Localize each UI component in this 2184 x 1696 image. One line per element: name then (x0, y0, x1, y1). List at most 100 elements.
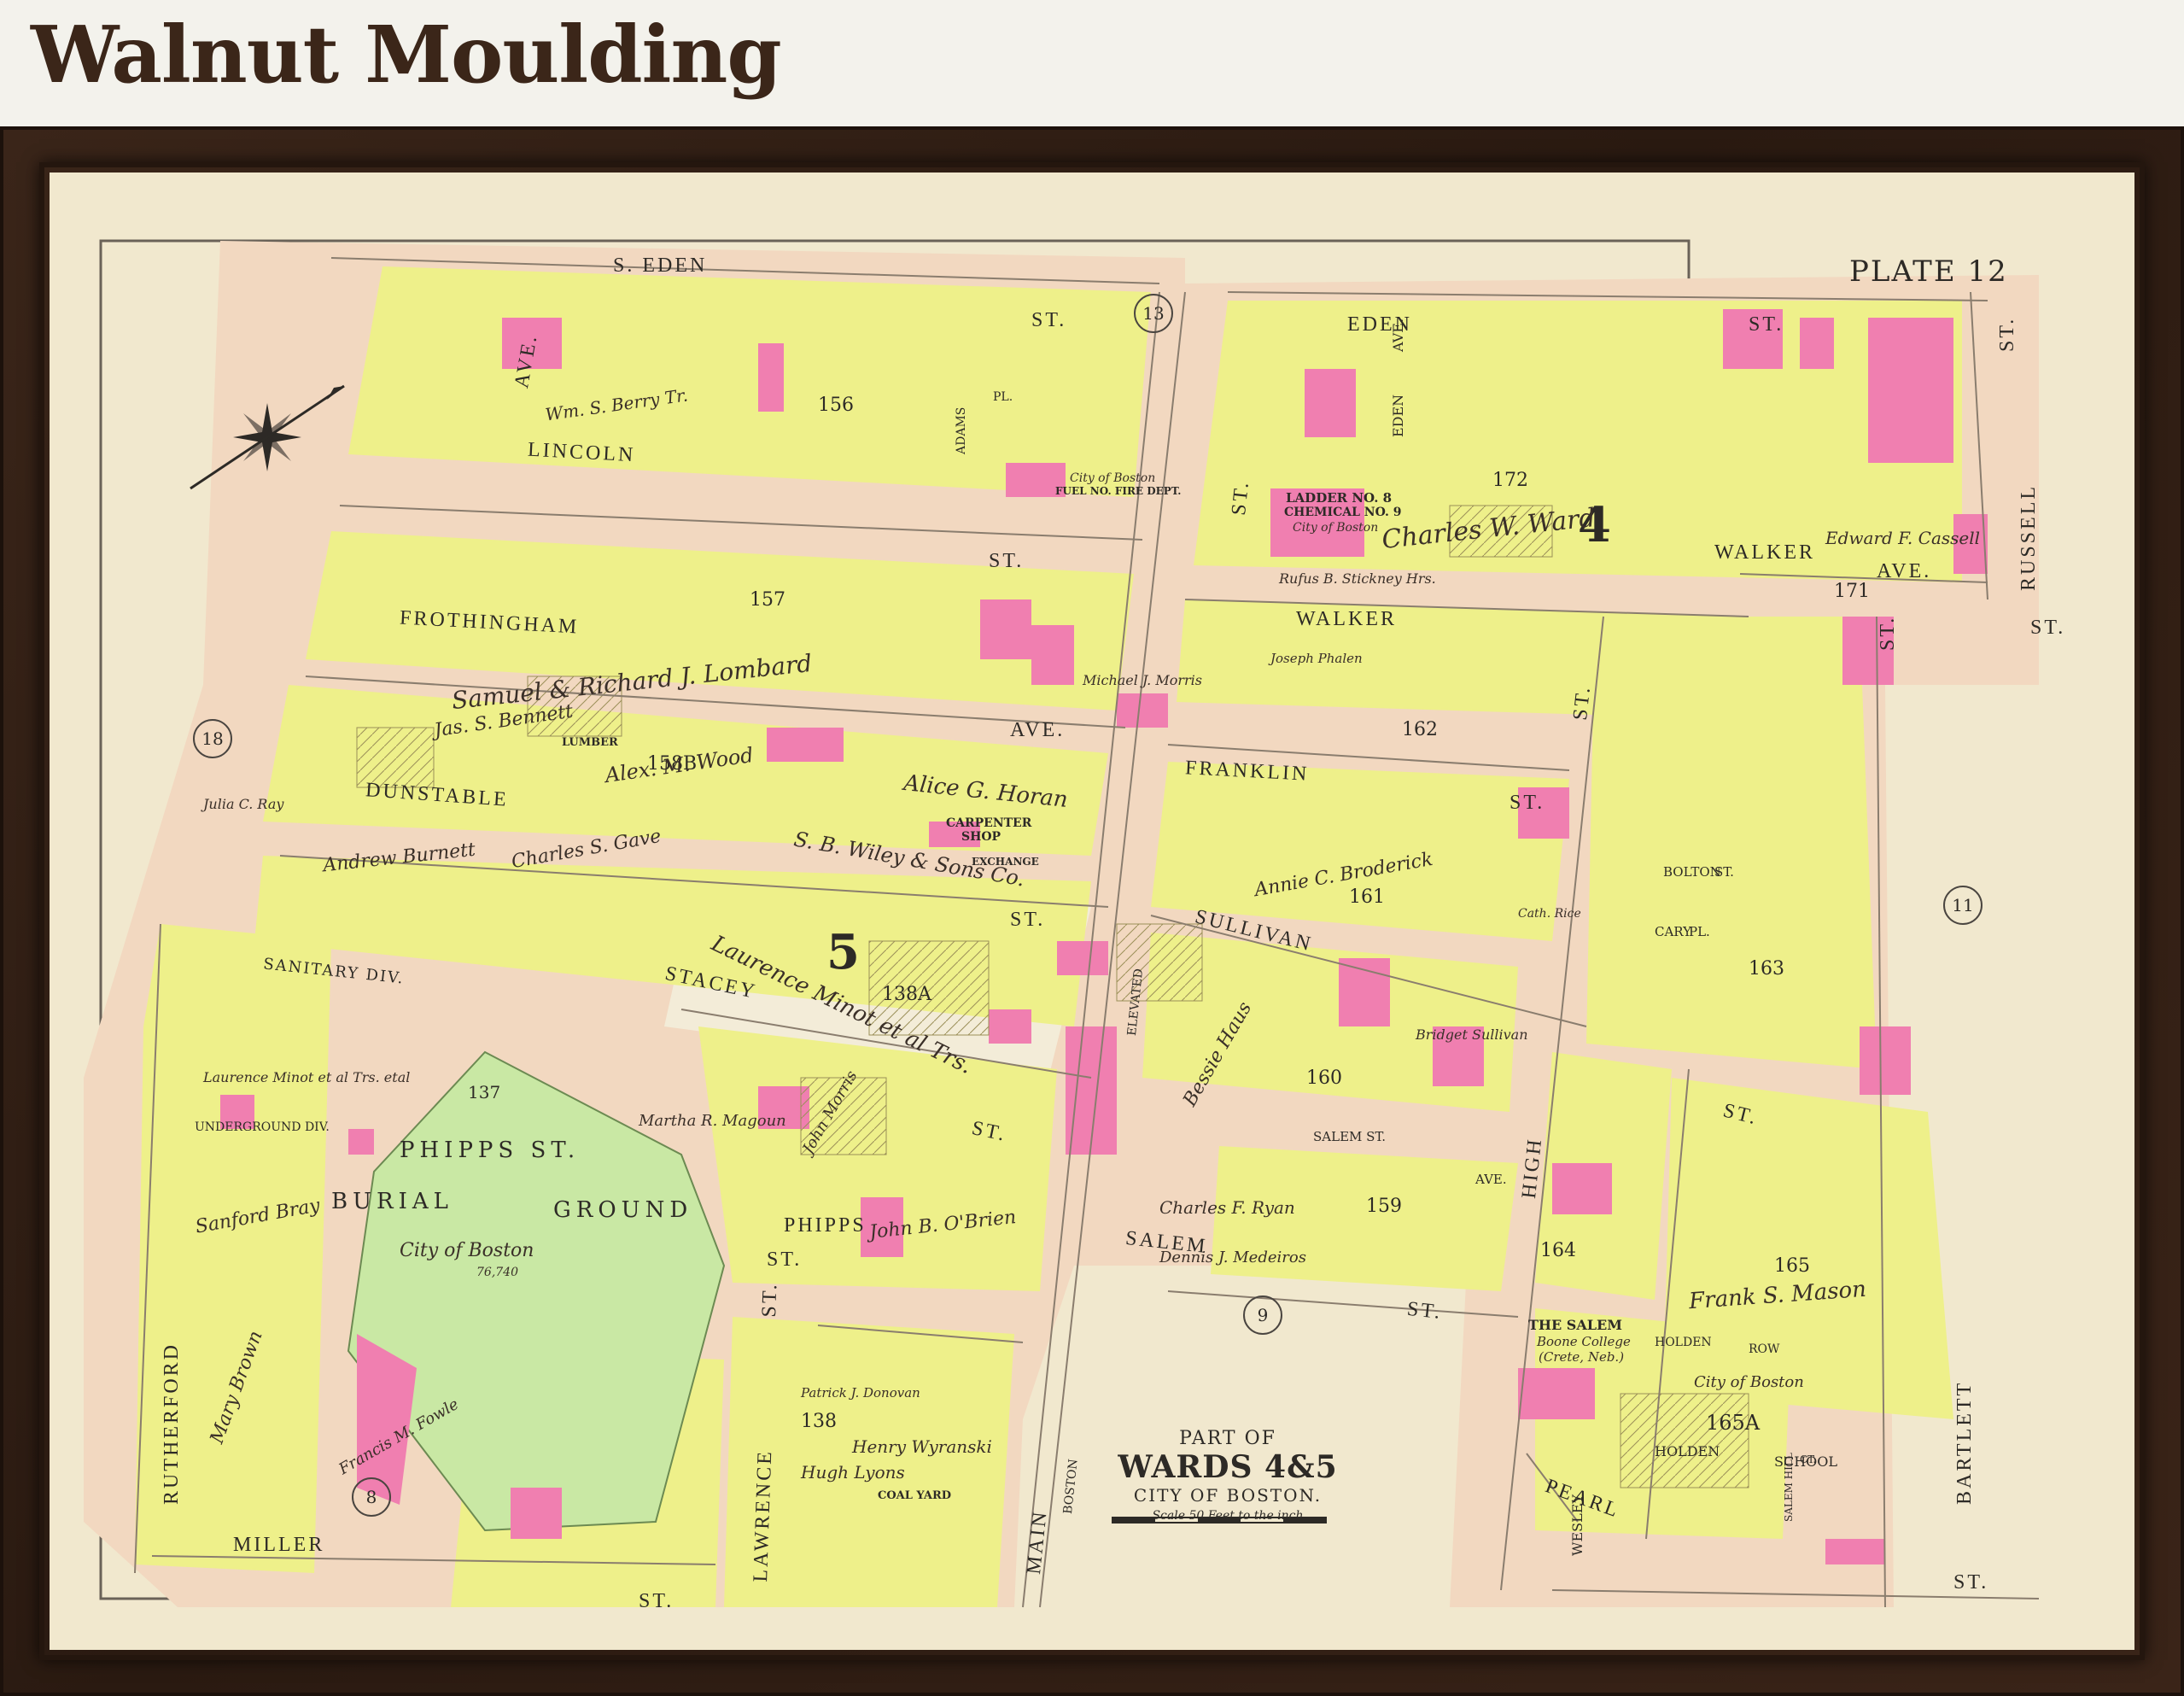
ladder-owner: City of Boston (1293, 521, 1379, 535)
underground-division-label: UNDERGROUND DIV. (195, 1120, 330, 1134)
header-bar: Walnut Moulding (0, 0, 2184, 126)
street-walker: WALKER (1296, 608, 1397, 630)
block-163: 163 (1749, 958, 1784, 980)
map-title-block: PART OF WARDS 4&5 CITY OF BOSTON. Scale … (1074, 1428, 1381, 1523)
ward-circle-8: 8 (352, 1477, 391, 1517)
street-holden-row: ROW (1749, 1342, 1780, 1356)
street-adams: ADAMS (955, 406, 968, 454)
owner-label: Bridget Sullivan (1416, 1026, 1528, 1043)
block-164: 164 (1540, 1240, 1576, 1261)
street-wesley: WESLEY (1569, 1494, 1585, 1556)
street-walker-ave: WALKER (1714, 541, 1815, 564)
block-138: 138 (801, 1411, 837, 1432)
burial-ground-burial: BURIAL (331, 1189, 453, 1214)
street-miller: MILLER (233, 1534, 325, 1556)
lumber-label: LUMBER (562, 736, 618, 749)
owner-label: Martha R. Magoun (639, 1112, 786, 1130)
street-pearl-st: ST. (1953, 1571, 1989, 1594)
street-salem-st-ave: SALEM ST. (1313, 1129, 1386, 1144)
owner-label: Hugh Lyons (801, 1462, 905, 1483)
burial-ground-ground: GROUND (553, 1197, 693, 1223)
burial-ground-title: PHIPPS ST. (400, 1137, 581, 1163)
street-phipps-st: ST. (767, 1249, 803, 1271)
street-russell-st: ST. (1996, 316, 2018, 352)
block-161: 161 (1349, 886, 1385, 908)
walnut-frame: PLATE 12 S. EDEN ST. EDEN ST. LINCOLN ST… (0, 126, 2184, 1696)
ward-circle-11: 11 (1943, 886, 1983, 925)
burial-ground-owner: City of Boston (400, 1240, 534, 1261)
fire-dept-label: FUEL NO. FIRE DEPT. (1055, 485, 1182, 497)
title-scale: Scale 50 Feet to the inch (1152, 1509, 1304, 1523)
the-salem-owner-place: (Crete, Neb.) (1539, 1349, 1625, 1365)
street-phipps: PHIPPS (784, 1214, 867, 1237)
street-frothingham-ave: AVE. (1010, 719, 1066, 741)
street-franklin-st: ST. (1510, 792, 1545, 814)
block-165: 165 (1774, 1255, 1810, 1277)
street-salem-st-ave-label: AVE. (1475, 1172, 1507, 1187)
map-paper: PLATE 12 S. EDEN ST. EDEN ST. LINCOLN ST… (50, 173, 2134, 1650)
block-172: 172 (1492, 470, 1528, 491)
block-157: 157 (750, 589, 785, 611)
street-eden-ave-label: AVE. (1390, 318, 1406, 352)
block-160: 160 (1306, 1067, 1342, 1089)
street-bartlett: BARTLETT (1953, 1380, 1976, 1505)
street-high-st: ST. (1569, 683, 1596, 722)
street-adams-pl: PL. (993, 390, 1013, 404)
street-lawrence-st: ST. (758, 1281, 782, 1318)
title-city: CITY OF BOSTON. (1133, 1485, 1323, 1506)
owner-label: Julia C. Ray (203, 796, 284, 812)
street-salem-st: ST. (1405, 1297, 1444, 1325)
street-dunstable-st: ST. (1010, 909, 1046, 931)
street-eden-st: ST. (1749, 313, 1784, 336)
block-138a: 138A (882, 984, 931, 1005)
street-bolton: BOLTON (1663, 864, 1721, 880)
street-walker-st: ST. (2030, 617, 2066, 639)
block-171: 171 (1834, 581, 1870, 602)
owner-label: Henry Wyranski (852, 1436, 992, 1457)
carpenter-shop-label: SHOP (961, 830, 1001, 844)
fire-dept-owner: City of Boston (1070, 471, 1156, 485)
block-137: 137 (468, 1082, 501, 1102)
owner-label: Rufus B. Stickney Hrs. (1279, 570, 1436, 587)
burial-ground-area: 76,740 (476, 1266, 518, 1279)
the-salem-owner: Boone College (1537, 1334, 1631, 1349)
ward-circle-9: 9 (1243, 1295, 1282, 1335)
street-holden: HOLDEN (1655, 1336, 1712, 1349)
holden-label: HOLDEN (1655, 1443, 1720, 1459)
street-cary: CARY (1655, 924, 1692, 939)
title-wards: WARDS 4&5 (1118, 1449, 1338, 1485)
ward-circle-13: 13 (1134, 294, 1173, 333)
owner-label: Charles F. Ryan (1159, 1197, 1295, 1218)
street-s-eden: S. EDEN (613, 254, 708, 277)
block-156: 156 (818, 395, 854, 416)
owner-label: Michael J. Morris (1083, 672, 1202, 688)
street-main-st: ST. (1228, 478, 1254, 517)
page-title: Walnut Moulding (31, 9, 782, 101)
owner-label: Laurence Minot et al Trs. etal (203, 1069, 411, 1085)
the-salem-label: THE SALEM (1528, 1317, 1622, 1333)
title-part-of: PART OF (1179, 1428, 1276, 1449)
owner-label: Joseph Phalen (1270, 651, 1363, 666)
carpenter-label: CARPENTER (946, 816, 1032, 830)
street-bolton-st: ST. (1714, 864, 1734, 880)
street-russell: RUSSELL (2018, 483, 2040, 591)
block-162: 162 (1402, 719, 1438, 740)
block-159: 159 (1366, 1196, 1402, 1217)
street-bartlett-st: ST. (1877, 615, 1899, 651)
street-s-eden-st: ST. (1031, 309, 1067, 331)
owner-label: Edward F. Cassell (1825, 528, 1981, 548)
chemical-label: CHEMICAL NO. 9 (1284, 506, 1402, 519)
ladder-label: LADDER NO. 8 (1286, 490, 1393, 506)
street-miller-st: ST. (639, 1590, 674, 1612)
block-165a: 165A (1706, 1411, 1761, 1435)
street-rutherford: RUTHERFORD (161, 1342, 183, 1505)
ward-number-5: 5 (826, 924, 860, 980)
street-eden-ave: EDEN (1390, 394, 1406, 437)
map-canvas: PLATE 12 S. EDEN ST. EDEN ST. LINCOLN ST… (50, 173, 2134, 1650)
street-lawrence: LAWRENCE (750, 1448, 777, 1582)
coal-yard-label: COAL YARD (878, 1489, 952, 1502)
plate-label: PLATE 12 (1849, 254, 2008, 289)
owner-label: Dennis J. Medeiros (1159, 1249, 1306, 1266)
owner-label: Patrick J. Donovan (801, 1385, 920, 1401)
school-label: SCHOOL (1774, 1453, 1838, 1470)
